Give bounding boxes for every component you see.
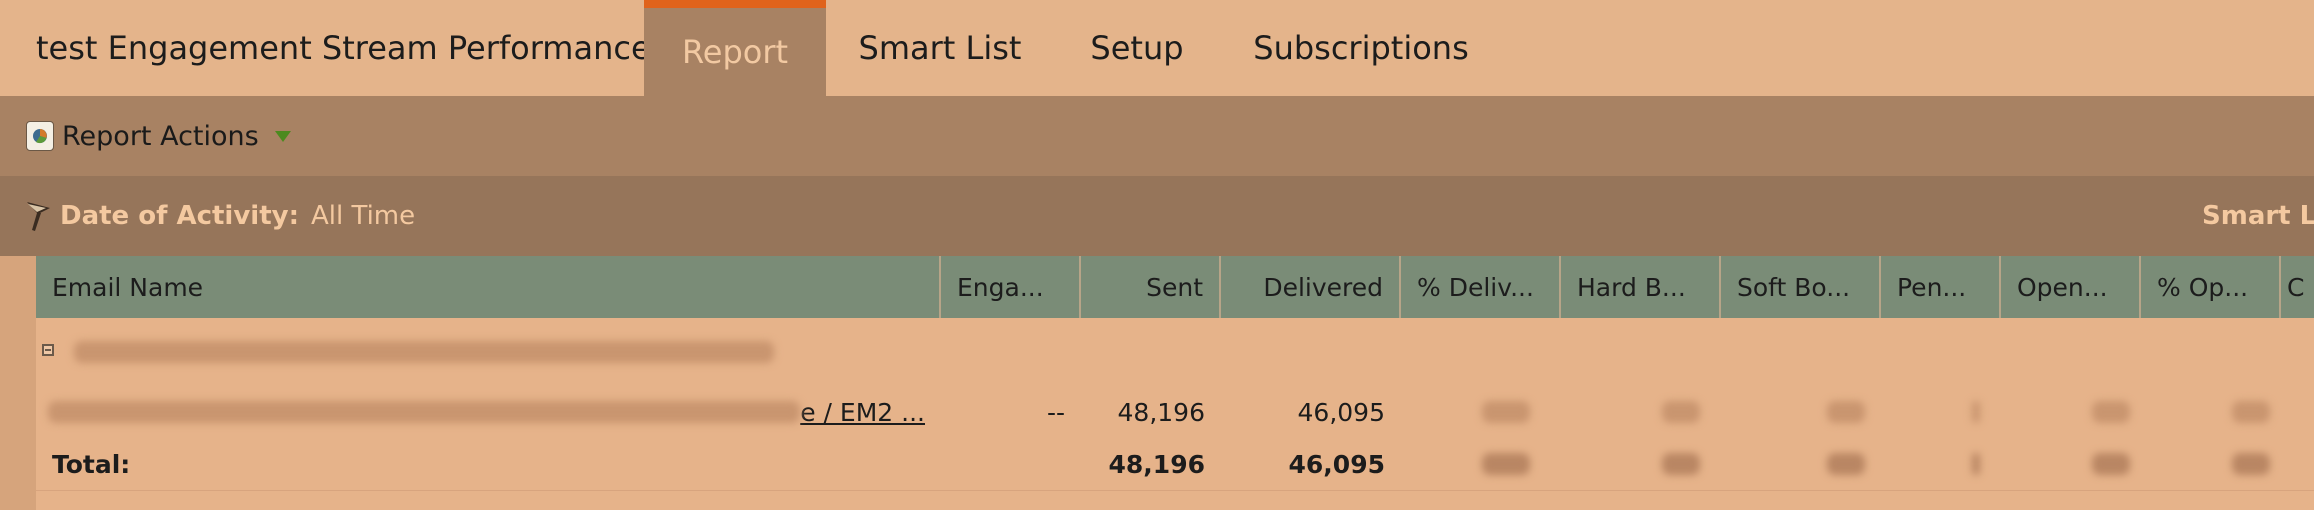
report-title-tab[interactable]: test Engagement Stream Performance: [36, 0, 651, 96]
column-header-opened[interactable]: Open...: [2001, 256, 2141, 318]
redacted-cell: [1646, 386, 1716, 438]
column-header-delivered-pct[interactable]: % Deliv...: [1401, 256, 1561, 318]
redacted-text: [1482, 401, 1530, 423]
tab-smart-list[interactable]: Smart List: [826, 0, 1054, 96]
engagement-cell: --: [1046, 397, 1065, 427]
redacted-cell: [1466, 386, 1546, 438]
grid-header: Email Name Enga... Sent Delivered % Deli…: [36, 256, 2314, 318]
redacted-text: [2092, 453, 2130, 475]
column-header-clicked[interactable]: C: [2281, 256, 2314, 318]
email-name-link[interactable]: e / EM2 ...: [800, 398, 925, 427]
grid-body: e / EM2 ... -- 48,196 46,095 Total: 48,1…: [36, 318, 2314, 510]
total-delivered-cell: 46,095: [1288, 449, 1385, 479]
redacted-cell: [1811, 438, 1881, 490]
redacted-text: [2092, 401, 2130, 423]
sent-cell: 48,196: [1117, 397, 1205, 427]
column-header-opened-pct[interactable]: % Op...: [2141, 256, 2281, 318]
redacted-cell: [2076, 438, 2146, 490]
redacted-text: [1662, 401, 1700, 423]
grid-gutter: [0, 256, 36, 510]
redacted-text: [48, 401, 801, 423]
actions-toolbar: Report Actions: [0, 96, 2314, 176]
redacted-text: [1662, 453, 1700, 475]
redacted-text: [74, 341, 774, 363]
tab-setup[interactable]: Setup: [1054, 0, 1220, 96]
delivered-cell: 46,095: [1297, 397, 1385, 427]
total-row: Total: 48,196 46,095: [36, 438, 2314, 491]
filter-funnel-icon: [27, 202, 50, 231]
redacted-cell: [1956, 438, 1996, 490]
redacted-cell: [2216, 386, 2286, 438]
redacted-cell: [1811, 386, 1881, 438]
redacted-cell: [2216, 438, 2286, 490]
redacted-text: [2232, 453, 2270, 475]
redacted-cell: [1646, 438, 1716, 490]
column-header-sent[interactable]: Sent: [1081, 256, 1221, 318]
filter-label: Date of Activity:: [60, 201, 299, 231]
column-header-delivered[interactable]: Delivered: [1221, 256, 1401, 318]
redacted-text: [1972, 401, 1980, 423]
email-name-cell[interactable]: e / EM2 ...: [36, 386, 941, 438]
filter-bar: Date of Activity: All Time Smart Lis: [0, 176, 2314, 256]
tab-report[interactable]: Report: [644, 0, 826, 96]
chevron-down-icon: [274, 130, 291, 142]
redacted-text: [1827, 453, 1865, 475]
redacted-cell: [2076, 386, 2146, 438]
filter-value[interactable]: All Time: [311, 201, 415, 231]
collapse-icon[interactable]: [42, 344, 54, 356]
tab-bar: test Engagement Stream Performance Repor…: [0, 0, 2314, 96]
column-header-pending[interactable]: Pen...: [1881, 256, 2001, 318]
redacted-text: [2232, 401, 2270, 423]
group-name-redacted: [58, 318, 818, 386]
column-header-engagement[interactable]: Enga...: [941, 256, 1081, 318]
column-header-email-name[interactable]: Email Name: [36, 256, 941, 318]
redacted-text: [1972, 453, 1980, 475]
redacted-cell: [1956, 386, 1996, 438]
date-filter[interactable]: Date of Activity: All Time: [24, 176, 415, 256]
total-label: Total:: [52, 449, 131, 479]
redacted-cell: [1466, 438, 1546, 490]
group-row[interactable]: [36, 318, 2314, 386]
column-header-hard-bounced[interactable]: Hard B...: [1561, 256, 1721, 318]
total-sent-cell: 48,196: [1108, 449, 1205, 479]
redacted-text: [1482, 453, 1530, 475]
column-header-soft-bounced[interactable]: Soft Bo...: [1721, 256, 1881, 318]
table-row[interactable]: e / EM2 ... -- 48,196 46,095: [36, 386, 2314, 438]
redacted-text: [1827, 401, 1865, 423]
tab-subscriptions[interactable]: Subscriptions: [1220, 0, 1502, 96]
report-actions-button[interactable]: Report Actions: [26, 96, 291, 176]
report-actions-label: Report Actions: [62, 120, 259, 152]
report-icon: [26, 121, 54, 151]
smart-list-filter-link[interactable]: Smart Lis: [2202, 176, 2314, 256]
